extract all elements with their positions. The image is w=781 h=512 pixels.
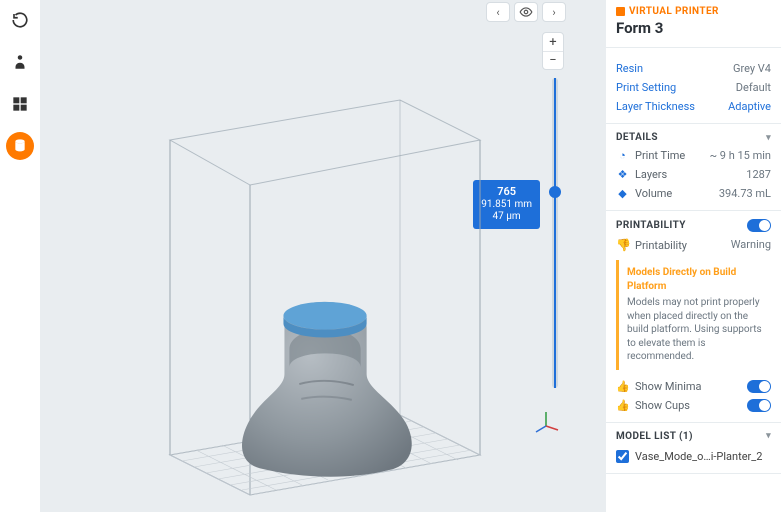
layout-tool[interactable] [6,90,34,118]
print-setting-value: Default [736,81,771,94]
thumb-down-icon: 👎 [616,238,629,252]
silhouette-icon [11,53,29,71]
zoom-in-button[interactable]: + [543,33,563,51]
view-controls: ‹ › [486,2,566,22]
print-time-label: ◔Print Time [616,149,685,162]
print-time-value: ~ 9 h 15 min [710,149,771,162]
printability-value: Warning [731,238,771,252]
model-checkbox[interactable] [616,450,629,463]
left-toolbar [0,0,40,512]
details-title: DETAILS [616,132,658,143]
scale-tool[interactable] [6,48,34,76]
show-cups-label: 👍Show Cups [616,399,690,412]
chevron-down-icon: ▾ [766,431,771,441]
print-tool[interactable] [6,132,34,160]
layers-icon: ❖ [616,168,629,181]
model-list-header[interactable]: MODEL LIST (1) ▾ [616,431,771,442]
layer-thickness-link[interactable]: Layer Thickness [616,100,695,113]
printability-header[interactable]: PRINTABILITY [616,219,771,232]
volume-icon: ◆ [616,187,629,200]
axis-gizmo[interactable] [532,408,560,436]
layer-thickness-value[interactable]: Adaptive [728,100,771,113]
layout-icon [12,96,28,112]
resin-value: Grey V4 [733,62,771,75]
view-right-button[interactable]: › [542,2,566,22]
show-minima-label: 👍Show Minima [616,380,702,393]
rotate-tool[interactable] [6,6,34,34]
zoom-out-button[interactable]: − [543,51,563,69]
resin-link[interactable]: Resin [616,62,643,75]
printer-section: VIRTUAL PRINTER Form 3 [606,0,781,48]
build-scene [100,60,530,490]
layers-value: 1287 [746,168,771,181]
view-eye-button[interactable] [514,2,538,22]
side-panel: VIRTUAL PRINTER Form 3 Resin Grey V4 Prin… [606,0,781,512]
model-name: Vase_Mode_o…i-Planter_2 [635,450,762,463]
print-settings-section: Resin Grey V4 Print Setting Default Layer … [606,48,781,124]
warning-title: Models Directly on Build Platform [627,266,765,293]
show-cups-toggle[interactable] [747,399,771,412]
print-setting-link[interactable]: Print Setting [616,81,676,94]
rotate-icon [11,11,29,29]
printability-section: PRINTABILITY 👎Printability Warning Models… [606,211,781,423]
model-list-title: MODEL LIST (1) [616,431,693,442]
warning-body: Models may not print properly when place… [627,296,765,364]
thumb-up-icon: 👍 [616,399,629,412]
eye-icon [519,5,533,19]
virtual-printer-tag: VIRTUAL PRINTER [616,6,771,17]
printer-name: Form 3 [616,19,771,37]
clock-icon: ◔ [616,149,629,162]
printer-dot-icon [616,7,625,16]
viewport[interactable]: ‹ › + − 765 91.851 mm 47 µm [40,0,606,512]
layer-slider-fill [554,78,556,388]
thumb-up-icon: 👍 [616,380,629,393]
warning-box: Models Directly on Build Platform Models… [616,260,771,370]
layer-slider-knob[interactable] [549,186,561,198]
details-section: DETAILS ▾ ◔Print Time ~ 9 h 15 min ❖Layer… [606,124,781,211]
printability-title: PRINTABILITY [616,220,686,231]
zoom-controls: + − [542,32,564,70]
view-left-button[interactable]: ‹ [486,2,510,22]
printability-label: 👎Printability [616,238,687,252]
chevron-down-icon: ▾ [766,133,771,143]
virtual-printer-label: VIRTUAL PRINTER [629,6,719,17]
volume-label: ◆Volume [616,187,672,200]
layer-slider[interactable] [552,78,558,388]
model-list-item[interactable]: Vase_Mode_o…i-Planter_2 [616,450,771,463]
show-minima-toggle[interactable] [747,380,771,393]
model-list-section: MODEL LIST (1) ▾ Vase_Mode_o…i-Planter_2 [606,423,781,474]
cylinder-icon [12,138,28,154]
volume-value: 394.73 mL [719,187,771,200]
printability-toggle[interactable] [747,219,771,232]
layers-label: ❖Layers [616,168,667,181]
model-mesh[interactable] [230,290,428,490]
details-header[interactable]: DETAILS ▾ [616,132,771,143]
